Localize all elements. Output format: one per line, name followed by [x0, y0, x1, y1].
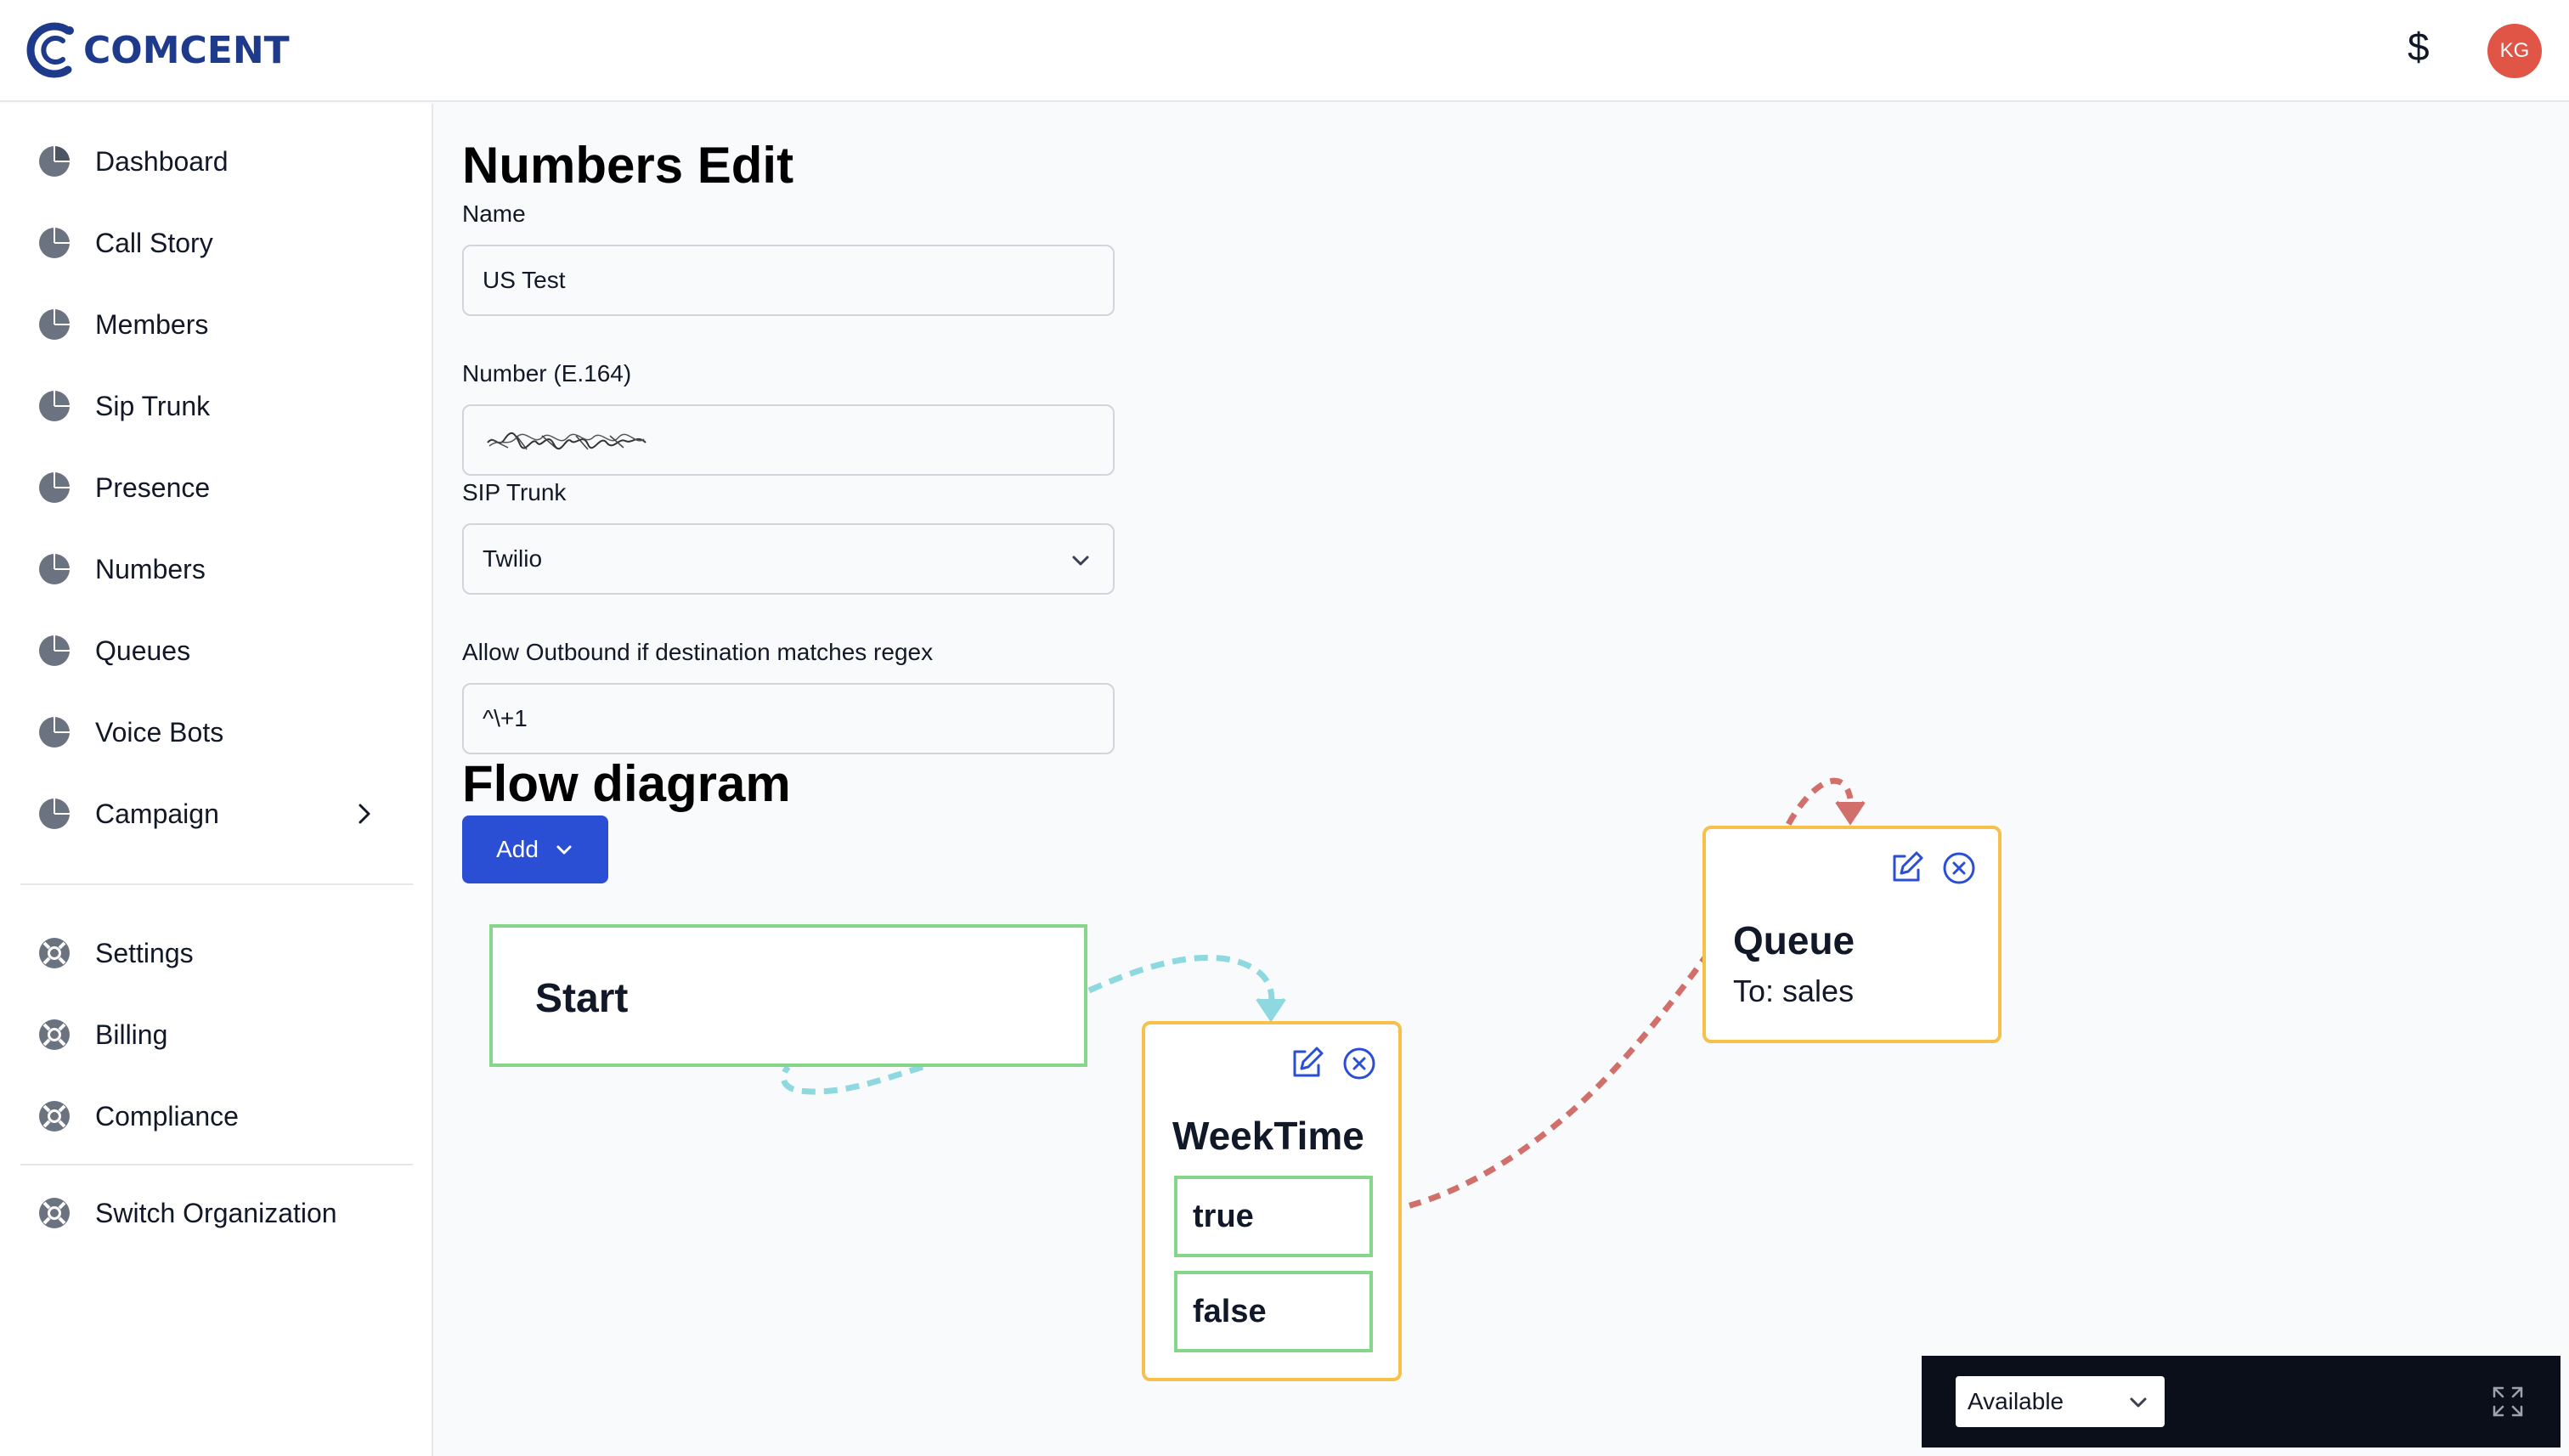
sidebar-item-label: Call Story: [95, 227, 213, 258]
start-edge-arrowhead: [1256, 997, 1286, 1023]
softphone-status-bar: Available: [1922, 1356, 2561, 1448]
sidebar-item-campaign[interactable]: Campaign: [36, 788, 401, 839]
branch-true[interactable]: true: [1174, 1176, 1373, 1257]
close-circle-icon[interactable]: [1341, 1045, 1378, 1082]
sidebar-item-label: Presence: [95, 471, 211, 503]
name-input[interactable]: US Test: [462, 245, 1115, 316]
lifebuoy-icon: [36, 934, 73, 972]
sidebar-item-members[interactable]: Members: [36, 299, 401, 350]
flow-node-title: Start: [535, 976, 629, 1021]
flow-node-start[interactable]: Start: [489, 924, 1087, 1067]
top-bar: COMCENT $ KG: [0, 0, 2569, 102]
sidebar-divider: [20, 883, 413, 885]
regex-label: Allow Outbound if destination matches re…: [462, 639, 934, 665]
number-label: Number (E.164): [462, 360, 632, 387]
sidebar-item-sip-trunk[interactable]: Sip Trunk: [36, 381, 401, 432]
chevron-right-icon[interactable]: [350, 800, 377, 832]
pie-chart-icon: [36, 632, 73, 669]
flow-node-title: WeekTime: [1172, 1114, 1364, 1158]
sidebar-item-settings[interactable]: Settings: [36, 928, 401, 979]
sidebar-item-label: Dashboard: [95, 145, 229, 177]
lifebuoy-icon: [36, 1098, 73, 1135]
page-title: Numbers Edit: [462, 137, 794, 194]
sidebar-item-label: Members: [95, 308, 209, 340]
flow-node-weektime[interactable]: WeekTime true false: [1142, 1021, 1402, 1381]
start-edge: [1087, 954, 1275, 1007]
sidebar-item-presence[interactable]: Presence: [36, 462, 401, 513]
number-input[interactable]: [462, 404, 1115, 476]
sidebar-item-label: Voice Bots: [95, 716, 224, 748]
sip-trunk-value: Twilio: [483, 545, 543, 572]
edit-icon[interactable]: [1288, 1045, 1325, 1082]
chevron-down-icon: [556, 845, 572, 855]
sidebar-item-call-story[interactable]: Call Story: [36, 217, 401, 268]
sip-trunk-select[interactable]: Twilio: [462, 523, 1115, 595]
pie-chart-icon: [36, 469, 73, 506]
sidebar-item-label: Settings: [95, 937, 194, 968]
sidebar-item-queues[interactable]: Queues: [36, 625, 401, 676]
sidebar-item-label: Queues: [95, 635, 191, 666]
sip-trunk-label: SIP Trunk: [462, 479, 567, 505]
sidebar-item-label: Compliance: [95, 1100, 239, 1132]
brand-logo[interactable]: COMCENT: [25, 19, 290, 82]
billing-dollar-icon[interactable]: $: [2408, 24, 2430, 70]
chevron-down-icon: [1069, 549, 1093, 578]
pie-chart-icon: [36, 550, 73, 588]
sidebar-item-voice-bots[interactable]: Voice Bots: [36, 707, 401, 758]
sidebar-item-billing[interactable]: Billing: [36, 1009, 401, 1060]
chevron-down-icon: [2127, 1391, 2149, 1419]
flow-node-title: Queue: [1733, 918, 1855, 962]
regex-input[interactable]: ^\+1: [462, 683, 1115, 754]
comcent-logo-icon: [26, 22, 74, 78]
pie-chart-icon: [36, 224, 73, 262]
redacted-scribble-icon: [487, 432, 646, 450]
sidebar: Dashboard Call Story Members Sip Trunk P…: [0, 104, 433, 1456]
user-avatar[interactable]: KG: [2487, 24, 2542, 78]
pie-chart-icon: [36, 306, 73, 343]
start-loop-edge: [780, 1064, 924, 1095]
sidebar-item-label: Billing: [95, 1019, 168, 1050]
expand-icon[interactable]: [2491, 1385, 2525, 1423]
pie-chart-icon: [36, 387, 73, 425]
sidebar-item-label: Switch Organization: [95, 1197, 337, 1228]
true-edge-arrowhead: [1835, 800, 1866, 826]
branch-false[interactable]: false: [1174, 1271, 1373, 1352]
brand-name: COMCENT: [83, 28, 290, 72]
sidebar-item-dashboard[interactable]: Dashboard: [36, 136, 401, 187]
pie-chart-icon: [36, 795, 73, 832]
sidebar-divider: [20, 1164, 413, 1165]
flow-node-subtitle: To: sales: [1733, 973, 1855, 1008]
pie-chart-icon: [36, 714, 73, 751]
sidebar-item-compliance[interactable]: Compliance: [36, 1091, 401, 1142]
sidebar-item-numbers[interactable]: Numbers: [36, 544, 401, 595]
flow-diagram-title: Flow diagram: [462, 755, 791, 812]
edit-icon[interactable]: [1888, 849, 1925, 887]
sidebar-item-label: Numbers: [95, 553, 206, 584]
status-select[interactable]: Available: [1956, 1376, 2165, 1427]
name-label: Name: [462, 200, 526, 227]
add-node-button[interactable]: Add: [462, 815, 608, 883]
add-button-label: Add: [496, 836, 539, 862]
lifebuoy-icon: [36, 1016, 73, 1053]
sidebar-item-label: Campaign: [95, 798, 219, 829]
sidebar-item-switch-organization[interactable]: Switch Organization: [36, 1188, 401, 1239]
lifebuoy-icon: [36, 1194, 73, 1232]
close-circle-icon[interactable]: [1940, 849, 1978, 887]
flow-node-queue[interactable]: Queue To: sales: [1702, 826, 2002, 1043]
status-value: Available: [1968, 1388, 2064, 1414]
sidebar-item-label: Sip Trunk: [95, 390, 211, 421]
pie-chart-icon: [36, 143, 73, 180]
